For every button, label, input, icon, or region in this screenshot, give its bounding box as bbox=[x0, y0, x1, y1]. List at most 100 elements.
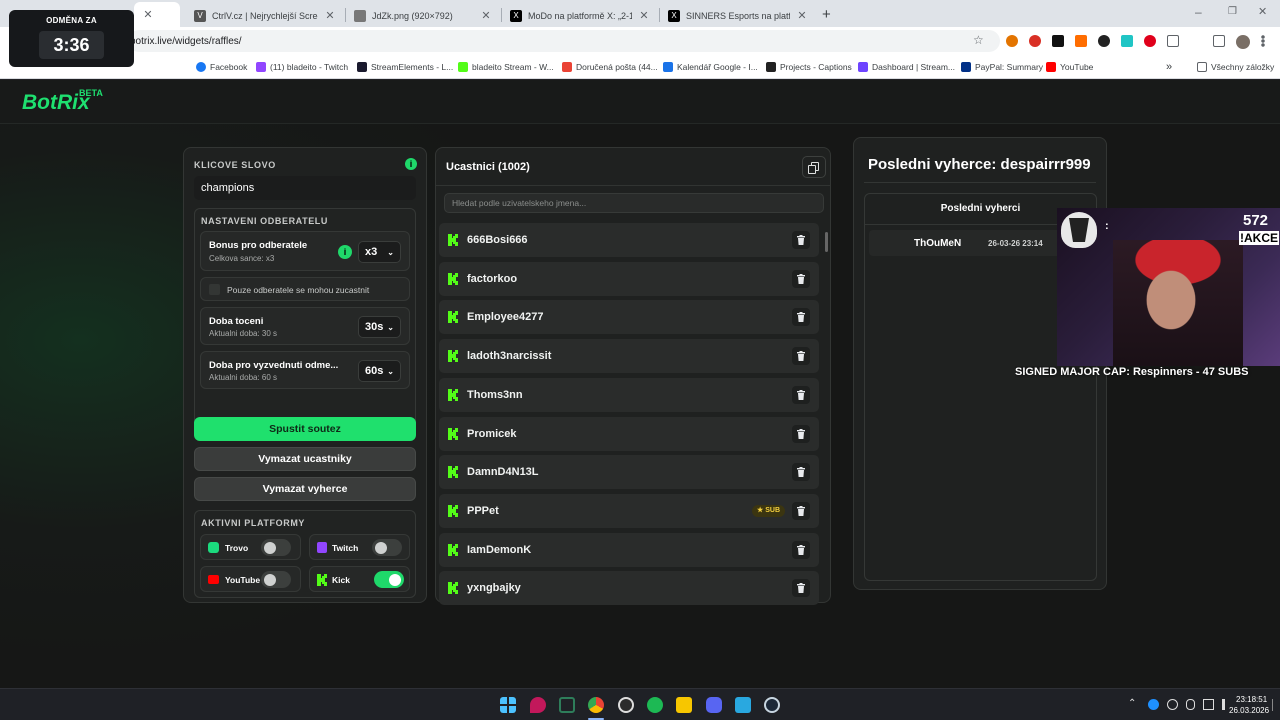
delete-participant-button[interactable] bbox=[792, 463, 810, 482]
tray-icons[interactable] bbox=[1148, 699, 1233, 710]
app-icon[interactable] bbox=[735, 697, 751, 713]
kick-icon bbox=[448, 311, 458, 324]
only-subs-label: Pouze odberatele se mohou zucastnit bbox=[227, 285, 370, 295]
delete-participant-button[interactable] bbox=[792, 385, 810, 404]
participant-row[interactable]: factorkoo bbox=[439, 261, 819, 296]
all-bookmarks[interactable]: Všechny záložky bbox=[1197, 60, 1274, 74]
participant-row[interactable]: IamDemonK bbox=[439, 532, 819, 567]
delete-participant-button[interactable] bbox=[792, 501, 810, 520]
only-subs-option[interactable]: Pouze odberatele se mohou zucastnit bbox=[200, 277, 410, 301]
bookmark[interactable]: (11) bladeito - Twitch bbox=[256, 60, 348, 74]
spin-duration-card: Doba toceni Aktualni doba: 30 s 30s ⌄ bbox=[200, 307, 410, 345]
spotify-icon[interactable] bbox=[647, 697, 663, 713]
platform-twitch: Twitch bbox=[309, 534, 410, 560]
spin-sub: Aktualni doba: 30 s bbox=[209, 329, 278, 338]
delete-participant-button[interactable] bbox=[792, 540, 810, 559]
streamlabs-icon bbox=[858, 62, 868, 72]
notification-icon[interactable] bbox=[1272, 699, 1276, 711]
participant-row[interactable]: DamnD4N13L bbox=[439, 455, 819, 490]
platforms-label: AKTIVNI PLATFORMY bbox=[201, 518, 306, 528]
chevron-down-icon: ⌄ bbox=[387, 366, 394, 376]
delete-participant-button[interactable] bbox=[792, 269, 810, 288]
bookmark[interactable]: Facebook bbox=[196, 60, 247, 74]
tab-x-modo[interactable]: X MoDo na platformě X: „2-1 age... ✕ bbox=[502, 4, 658, 27]
timer-label: ODMĚNA ZA bbox=[46, 16, 97, 25]
bookmark[interactable]: bladeito Stream - W... bbox=[458, 60, 554, 74]
bonus-select[interactable]: x3 ⌄ bbox=[358, 241, 401, 263]
app-icon[interactable] bbox=[530, 697, 546, 713]
bookmark[interactable]: Dashboard | Stream... bbox=[858, 60, 955, 74]
clear-winners-button[interactable]: Vymazat vyherce bbox=[194, 477, 416, 501]
close-icon[interactable]: ✕ bbox=[324, 9, 336, 22]
trash-icon bbox=[797, 544, 805, 555]
url-field[interactable] bbox=[128, 30, 1000, 52]
tab-active[interactable]: ✕ bbox=[134, 2, 180, 27]
chevron-down-icon: ⌄ bbox=[387, 247, 394, 257]
participant-row[interactable]: Employee4277 bbox=[439, 300, 819, 335]
copy-icon[interactable] bbox=[802, 156, 826, 178]
info-icon[interactable]: i bbox=[405, 158, 417, 170]
x-logo-icon: X bbox=[668, 9, 680, 22]
more-bookmarks-icon[interactable]: » bbox=[1166, 60, 1172, 74]
obs-icon[interactable] bbox=[618, 697, 634, 713]
delete-participant-button[interactable] bbox=[792, 231, 810, 249]
bookmark[interactable]: StreamElements - L... bbox=[357, 60, 453, 74]
platform-trovo: Trovo bbox=[200, 534, 301, 560]
claim-select[interactable]: 60s ⌄ bbox=[358, 360, 401, 382]
delete-participant-button[interactable] bbox=[792, 579, 810, 598]
participant-row[interactable]: yxngbajky bbox=[439, 571, 819, 606]
tab-ctrlv[interactable]: V CtrlV.cz | Nejrychlejší ScreenSh... ✕ bbox=[186, 4, 344, 27]
tab-image[interactable]: JdZk.png (920×792) ✕ bbox=[346, 4, 500, 27]
chrome-icon[interactable] bbox=[588, 697, 604, 713]
info-icon[interactable]: i bbox=[338, 245, 352, 259]
bookmark-star-icon[interactable]: ☆ bbox=[973, 33, 984, 47]
tab-x-sinners[interactable]: X SINNERS Esports na platformě ... ✕ bbox=[660, 4, 816, 27]
trash-icon bbox=[797, 351, 805, 362]
discord-icon[interactable] bbox=[706, 697, 722, 713]
delete-participant-button[interactable] bbox=[792, 424, 810, 443]
start-raffle-button[interactable]: Spustit soutez bbox=[194, 417, 416, 441]
app-icon[interactable] bbox=[559, 697, 575, 713]
bookmark[interactable]: PayPal: Summary bbox=[961, 60, 1043, 74]
participant-name: 666Bosi666 bbox=[467, 234, 528, 246]
bookmark[interactable]: Projects - Captions bbox=[766, 60, 852, 74]
close-icon[interactable]: ✕ bbox=[796, 9, 808, 22]
participant-row[interactable]: Thoms3nn bbox=[439, 377, 819, 412]
minimize-icon[interactable]: – bbox=[1195, 5, 1202, 19]
participant-search-input[interactable]: Hledat podle uzivatelskeho jmena... bbox=[444, 193, 824, 213]
twitch-toggle[interactable] bbox=[372, 539, 402, 556]
spin-select[interactable]: 30s ⌄ bbox=[358, 316, 401, 338]
participant-row[interactable]: ladoth3narcissit bbox=[439, 339, 819, 374]
window-close-icon[interactable]: ✕ bbox=[1258, 5, 1267, 18]
bookmark[interactable]: Kalendář Google - I... bbox=[663, 60, 758, 74]
app-icon[interactable] bbox=[676, 697, 692, 713]
windows-start-icon[interactable] bbox=[500, 697, 516, 713]
bookmark[interactable]: YouTube bbox=[1046, 60, 1093, 74]
delete-participant-button[interactable] bbox=[792, 347, 810, 366]
only-subs-checkbox[interactable] bbox=[209, 284, 220, 295]
clock-time[interactable]: 23:18:51 bbox=[1236, 695, 1267, 704]
participant-row[interactable]: PPPet ★ SUB bbox=[439, 493, 819, 528]
participant-row[interactable]: Promicek bbox=[439, 416, 819, 451]
scrollbar[interactable] bbox=[825, 232, 828, 252]
tray-chevron-icon[interactable]: ⌃ bbox=[1128, 698, 1136, 709]
trovo-toggle[interactable] bbox=[261, 539, 291, 556]
steam-icon[interactable] bbox=[764, 697, 780, 713]
platform-kick: Kick bbox=[309, 566, 410, 592]
kick-toggle[interactable] bbox=[374, 571, 404, 588]
close-icon[interactable]: ✕ bbox=[480, 9, 492, 22]
delete-participant-button[interactable] bbox=[792, 308, 810, 327]
youtube-toggle[interactable] bbox=[261, 571, 291, 588]
clear-participants-button[interactable]: Vymazat ucastniky bbox=[194, 447, 416, 471]
participant-name: Promicek bbox=[467, 427, 517, 440]
bookmark[interactable]: Doručená pošta (44... bbox=[562, 60, 658, 74]
extension-icons[interactable] bbox=[1006, 35, 1265, 49]
close-icon[interactable]: ✕ bbox=[638, 9, 650, 22]
restore-icon[interactable]: ❐ bbox=[1228, 6, 1237, 17]
clock-date[interactable]: 26.03.2026 bbox=[1229, 706, 1269, 715]
keyword-input[interactable]: champions bbox=[194, 176, 416, 200]
participant-row[interactable]: 666Bosi666 bbox=[439, 223, 819, 257]
new-tab-icon[interactable]: + bbox=[822, 6, 831, 23]
close-icon[interactable]: ✕ bbox=[142, 8, 154, 21]
sub-badge: ★ SUB bbox=[751, 504, 785, 517]
